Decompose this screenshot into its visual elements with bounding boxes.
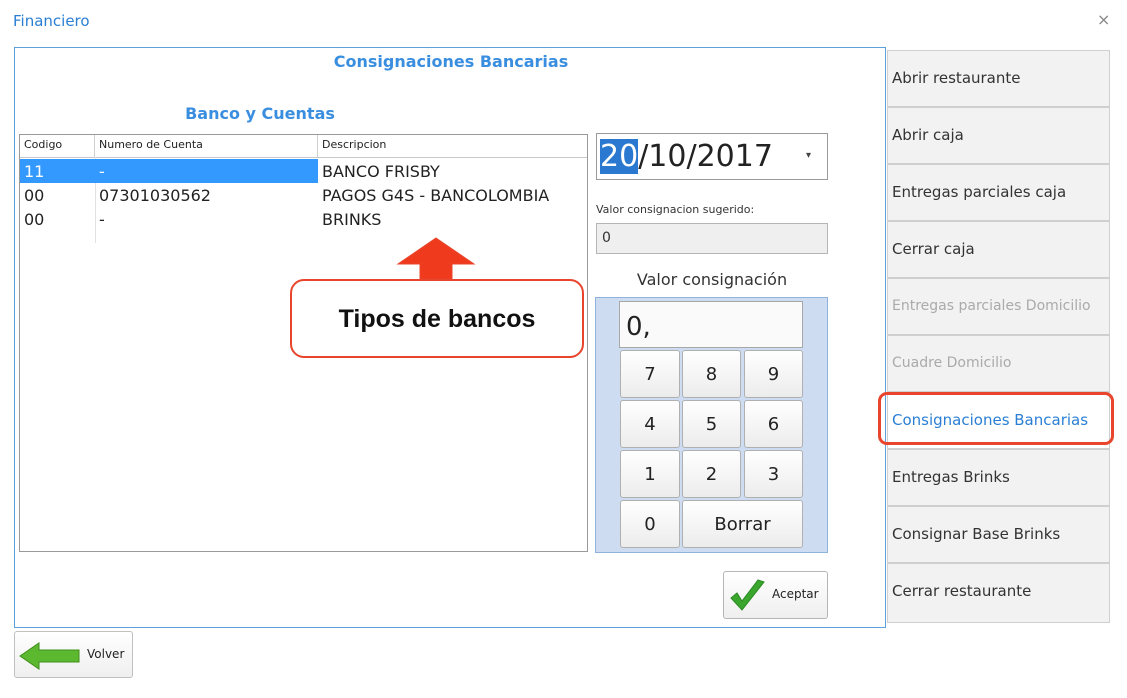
date-rest: /10/2017 [638, 139, 773, 174]
table-row[interactable]: 00 07301030562 PAGOS G4S - BANCOLOMBIA [20, 183, 587, 207]
accept-label: Aceptar [772, 587, 819, 601]
date-day-segment[interactable]: 20 [600, 139, 639, 174]
grid-header: Codigo Numero de Cuenta Descripcion [20, 135, 587, 158]
amount-display[interactable]: 0, [619, 301, 803, 348]
annotation-callout: Tipos de bancos [290, 279, 584, 358]
menu-abrir-restaurante[interactable]: Abrir restaurante [887, 50, 1110, 107]
key-4[interactable]: 4 [620, 400, 680, 448]
menu-abrir-caja[interactable]: Abrir caja [887, 107, 1110, 164]
checkmark-icon [730, 579, 765, 611]
column-header-codigo[interactable]: Codigo [20, 135, 95, 157]
table-row[interactable]: 00 - BRINKS [20, 207, 587, 231]
table-row[interactable]: 11 - BANCO FRISBY [20, 159, 587, 183]
window-title: Financiero [13, 12, 90, 30]
cell-descripcion: BRINKS [322, 210, 382, 229]
key-3[interactable]: 3 [744, 450, 803, 498]
panel-title: Consignaciones Bancarias [333, 52, 569, 71]
key-0[interactable]: 0 [620, 500, 680, 548]
cell-descripcion: PAGOS G4S - BANCOLOMBIA [322, 186, 550, 205]
back-button[interactable]: Volver [14, 631, 133, 678]
key-5[interactable]: 5 [682, 400, 741, 448]
cell-codigo: 11 [20, 159, 95, 183]
bank-section-title: Banco y Cuentas [185, 104, 335, 123]
column-header-numero-cuenta[interactable]: Numero de Cuenta [95, 135, 318, 157]
annotation-arrow-icon [396, 237, 476, 280]
menu-cerrar-caja[interactable]: Cerrar caja [887, 221, 1110, 278]
menu-consignar-base-brinks[interactable]: Consignar Base Brinks [887, 506, 1110, 563]
cell-cuenta: 07301030562 [99, 186, 211, 205]
key-9[interactable]: 9 [744, 350, 803, 398]
delete-button[interactable]: Borrar [682, 500, 803, 548]
menu-cerrar-restaurante[interactable]: Cerrar restaurante [887, 563, 1110, 623]
close-icon[interactable]: × [1097, 10, 1110, 29]
cell-codigo: 00 [24, 186, 45, 205]
key-6[interactable]: 6 [744, 400, 803, 448]
active-item-highlight [878, 392, 1114, 445]
back-label: Volver [87, 647, 125, 661]
key-1[interactable]: 1 [620, 450, 680, 498]
suggested-value-label: Valor consignacion sugerido: [596, 203, 755, 216]
cell-codigo: 00 [24, 210, 45, 229]
menu-cuadre-domicilio: Cuadre Domicilio [887, 335, 1110, 392]
accept-button[interactable]: Aceptar [723, 571, 828, 619]
cell-cuenta: - [95, 159, 318, 183]
key-2[interactable]: 2 [682, 450, 741, 498]
cell-descripcion: BANCO FRISBY [322, 162, 440, 181]
menu-entregas-parciales-caja[interactable]: Entregas parciales caja [887, 164, 1110, 221]
arrow-left-icon [19, 642, 80, 670]
menu-entregas-parciales-domicilio: Entregas parciales Domicilio [887, 278, 1110, 335]
date-picker[interactable]: 20/10/2017 [596, 133, 828, 180]
suggested-value-field: 0 [596, 223, 828, 254]
column-header-descripcion[interactable]: Descripcion [318, 135, 587, 157]
menu-entregas-brinks[interactable]: Entregas Brinks [887, 449, 1110, 506]
chevron-down-icon[interactable]: ▾ [806, 150, 811, 161]
key-8[interactable]: 8 [682, 350, 741, 398]
key-7[interactable]: 7 [620, 350, 680, 398]
cell-cuenta: - [99, 210, 105, 229]
amount-label: Valor consignación [636, 270, 788, 289]
